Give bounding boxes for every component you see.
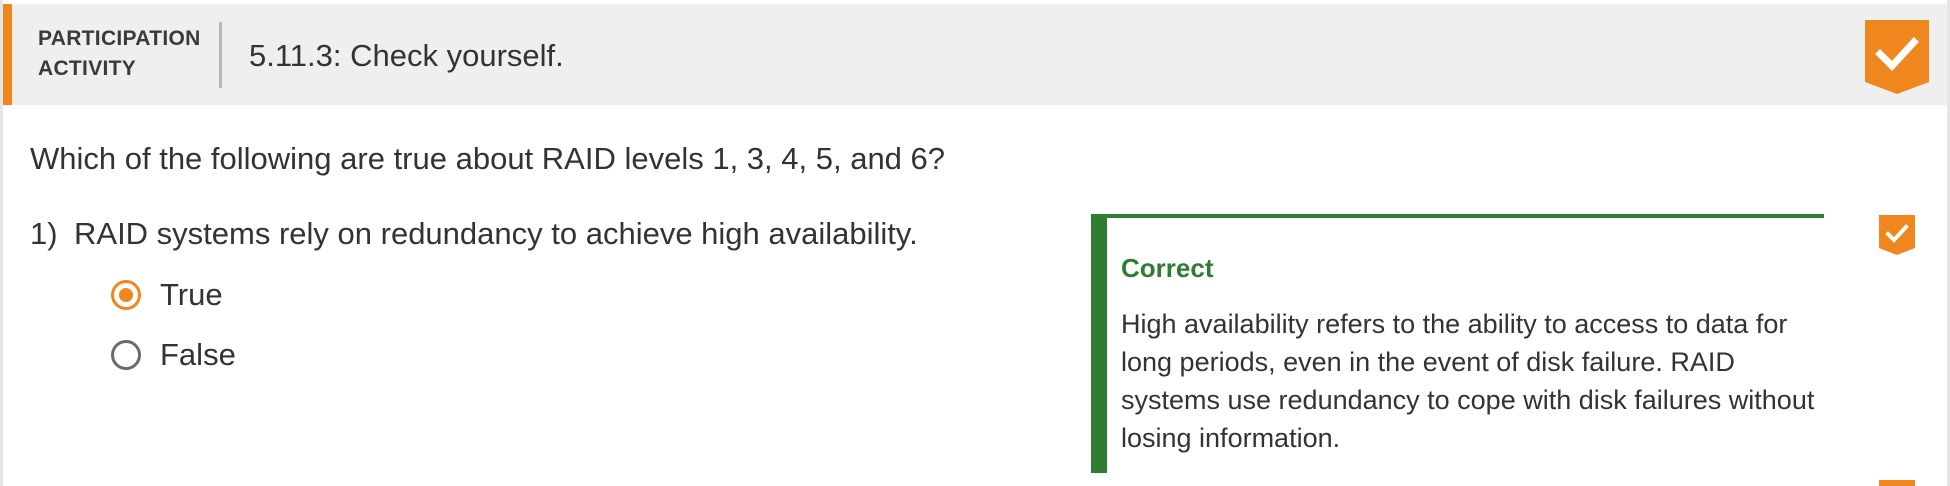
checkmark-badge-icon	[1865, 20, 1929, 94]
activity-header: PARTICIPATION ACTIVITY 5.11.3: Check you…	[3, 4, 1947, 105]
feedback-title: Correct	[1121, 253, 1214, 283]
feedback-panel: Correct High availability refers to the …	[1091, 214, 1824, 473]
participation-activity: PARTICIPATION ACTIVITY 5.11.3: Check you…	[0, 0, 1950, 486]
activity-type-label: PARTICIPATION ACTIVITY	[38, 24, 201, 84]
header-divider	[219, 22, 222, 88]
feedback-text: High availability refers to the ability …	[1121, 309, 1815, 453]
header-accent-bar	[3, 4, 12, 105]
choice-label[interactable]: False	[160, 335, 236, 375]
radio-button-selected[interactable]	[111, 280, 141, 310]
question-prompt: Which of the following are true about RA…	[30, 141, 946, 176]
activity-type-line2: ACTIVITY	[38, 57, 137, 80]
activity-title: 5.11.3: Check yourself.	[249, 38, 564, 73]
question-text: RAID systems rely on redundancy to achie…	[74, 216, 918, 251]
radio-button[interactable]	[111, 340, 141, 370]
choice-label[interactable]: True	[160, 275, 223, 315]
activity-type-line1: PARTICIPATION	[38, 27, 201, 50]
next-question-badge	[1879, 480, 1915, 486]
question-number: 1)	[30, 216, 58, 251]
checkmark-badge-icon	[1879, 215, 1915, 255]
